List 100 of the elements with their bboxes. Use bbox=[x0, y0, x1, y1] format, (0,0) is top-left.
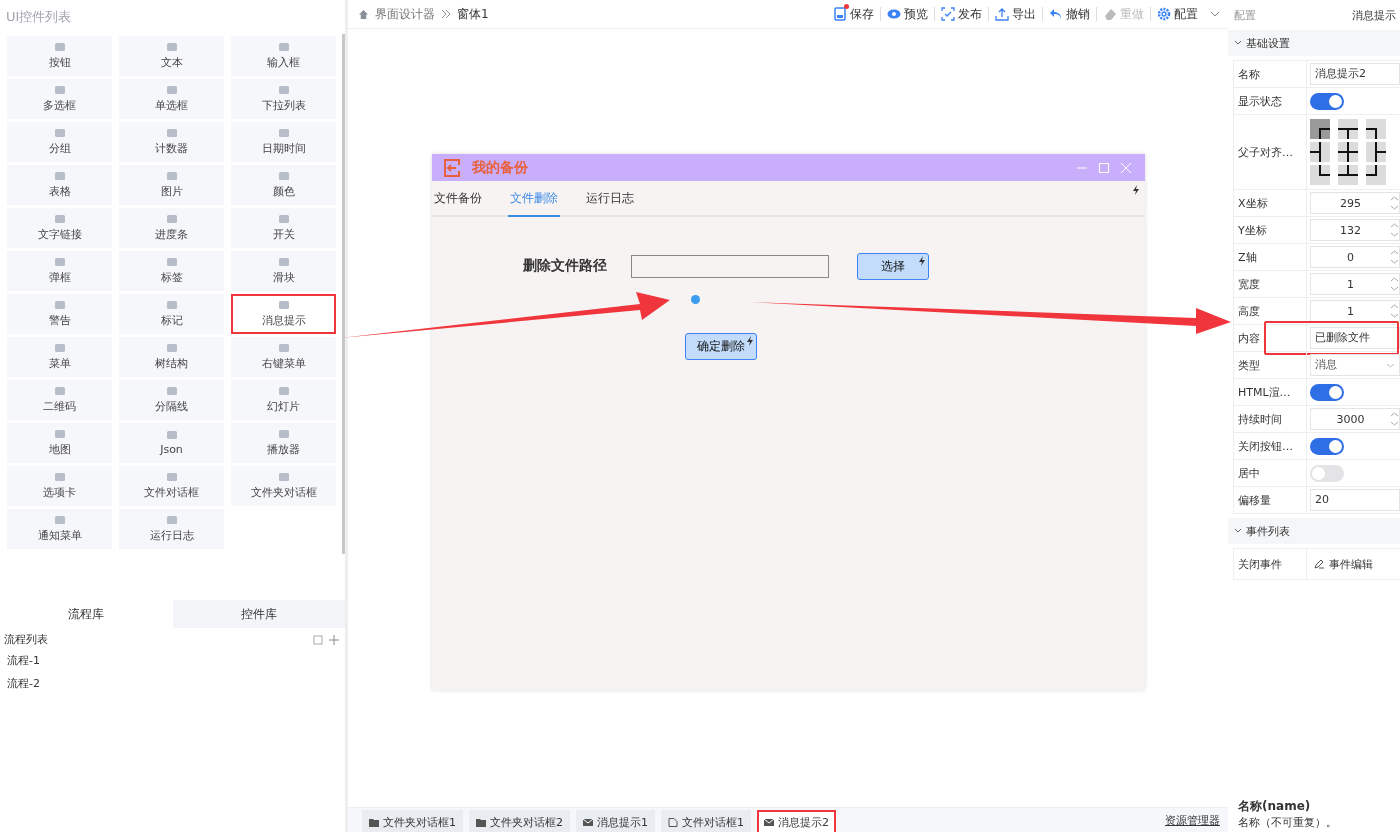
widget-tile[interactable]: 标记 bbox=[119, 294, 224, 334]
widget-tile[interactable]: 幻灯片 bbox=[231, 380, 336, 420]
path-input-field[interactable] bbox=[631, 255, 829, 278]
toggle-switch[interactable] bbox=[1310, 383, 1344, 401]
chevron-icon bbox=[441, 9, 451, 19]
widget-tile[interactable]: 文件对话框 bbox=[119, 466, 224, 506]
widget-tile[interactable]: 单选框 bbox=[119, 79, 224, 119]
choose-button[interactable]: 选择 bbox=[857, 253, 929, 280]
component-tab[interactable]: 文件对话框1 bbox=[661, 810, 751, 832]
widget-tile[interactable]: 树结构 bbox=[119, 337, 224, 377]
component-tab[interactable]: 文件夹对话框1 bbox=[362, 810, 463, 832]
number-field[interactable]: 295 bbox=[1310, 192, 1400, 214]
section-header[interactable]: 基础设置 bbox=[1228, 30, 1400, 56]
number-field[interactable]: 132 bbox=[1310, 219, 1400, 241]
widget-tile[interactable]: 二维码 bbox=[7, 380, 112, 420]
home-icon[interactable] bbox=[358, 8, 369, 20]
widget-tile[interactable]: 计数器 bbox=[119, 122, 224, 162]
widget-tile[interactable]: 进度条 bbox=[119, 208, 224, 248]
widget-tile[interactable]: 多选框 bbox=[7, 79, 112, 119]
widget-tile[interactable]: 播放器 bbox=[231, 423, 336, 463]
widget-tile[interactable]: 下拉列表 bbox=[231, 79, 336, 119]
widget-tile[interactable]: 日期时间 bbox=[231, 122, 336, 162]
spinner-icon[interactable] bbox=[1390, 276, 1399, 292]
confirm-delete-button[interactable]: 确定删除 bbox=[685, 333, 757, 360]
breadcrumb-link[interactable]: 界面设计器 bbox=[375, 5, 435, 23]
alignment-option[interactable] bbox=[1310, 119, 1330, 139]
tile-icon bbox=[165, 128, 178, 138]
spinner-icon[interactable] bbox=[1390, 303, 1399, 319]
widget-tile[interactable]: Json bbox=[119, 423, 224, 463]
message-marker[interactable] bbox=[691, 295, 700, 304]
toolbar-button[interactable]: 配置 bbox=[1155, 5, 1200, 23]
widget-tile[interactable]: 警告 bbox=[7, 294, 112, 334]
alignment-option[interactable] bbox=[1338, 165, 1358, 185]
widget-tile[interactable]: 文件夹对话框 bbox=[231, 466, 336, 506]
text-field[interactable]: 已删除文件 bbox=[1310, 327, 1400, 349]
select-field[interactable]: 消息 bbox=[1310, 354, 1400, 376]
widget-tile[interactable]: 滑块 bbox=[231, 251, 336, 291]
number-field[interactable]: 0 bbox=[1310, 246, 1400, 268]
spinner-icon[interactable] bbox=[1390, 195, 1399, 211]
toggle-switch[interactable] bbox=[1310, 437, 1344, 455]
widget-tile[interactable]: 标签 bbox=[119, 251, 224, 291]
spinner-icon[interactable] bbox=[1390, 411, 1399, 427]
alignment-option[interactable] bbox=[1366, 119, 1386, 139]
widget-tile[interactable]: 分组 bbox=[7, 122, 112, 162]
spinner-icon[interactable] bbox=[1390, 222, 1399, 238]
widget-tile[interactable]: 选项卡 bbox=[7, 466, 112, 506]
widget-tile[interactable]: 弹框 bbox=[7, 251, 112, 291]
spinner-icon[interactable] bbox=[1390, 249, 1399, 265]
widget-tile[interactable]: 开关 bbox=[231, 208, 336, 248]
toolbar-button[interactable]: 保存 bbox=[831, 5, 876, 23]
widget-tile[interactable]: 文本 bbox=[119, 36, 224, 76]
widget-tile[interactable]: 图片 bbox=[119, 165, 224, 205]
toolbar-button[interactable]: 导出 bbox=[993, 5, 1038, 23]
form-tab[interactable]: 运行日志 bbox=[584, 181, 636, 215]
widget-tile[interactable]: 颜色 bbox=[231, 165, 336, 205]
resource-manager-link[interactable]: 资源管理器 bbox=[1165, 812, 1220, 828]
caret-icon[interactable] bbox=[1210, 9, 1220, 19]
tile-icon bbox=[165, 214, 178, 224]
widget-tile[interactable]: 地图 bbox=[7, 423, 112, 463]
maximize-icon[interactable] bbox=[1099, 162, 1109, 173]
widget-tile[interactable]: 文字链接 bbox=[7, 208, 112, 248]
alignment-option[interactable] bbox=[1366, 165, 1386, 185]
text-field[interactable]: 20 bbox=[1310, 489, 1400, 511]
widget-tile[interactable]: 消息提示 bbox=[231, 294, 336, 334]
widget-tile[interactable]: 输入框 bbox=[231, 36, 336, 76]
component-tab[interactable]: 消息提示2 bbox=[757, 810, 836, 832]
form-window[interactable]: 我的备份 文件备份 文件删除 运行日志 删除文件路径 选择 确定删除 bbox=[432, 154, 1145, 690]
flow-item[interactable]: 流程-2 bbox=[0, 672, 345, 695]
tile-icon bbox=[53, 515, 66, 525]
widget-tile[interactable]: 通知菜单 bbox=[7, 509, 112, 549]
widget-tile[interactable]: 菜单 bbox=[7, 337, 112, 377]
section-header[interactable]: 事件列表 bbox=[1228, 518, 1400, 544]
component-tab[interactable]: 消息提示1 bbox=[576, 810, 655, 832]
event-edit-link[interactable]: 事件编辑 bbox=[1310, 556, 1373, 572]
close-icon[interactable] bbox=[1121, 162, 1131, 173]
number-field[interactable]: 1 bbox=[1310, 273, 1400, 295]
flow-item[interactable]: 流程-1 bbox=[0, 649, 345, 672]
toolbar-button[interactable]: 预览 bbox=[885, 5, 930, 23]
alignment-option[interactable] bbox=[1338, 119, 1358, 139]
panel-tab[interactable]: 控件库 bbox=[172, 600, 345, 628]
alignment-option[interactable] bbox=[1310, 142, 1330, 162]
toolbar-button[interactable]: 撤销 bbox=[1047, 5, 1092, 23]
toggle-switch[interactable] bbox=[1310, 92, 1344, 110]
tile-icon bbox=[277, 257, 290, 267]
form-tab[interactable]: 文件备份 bbox=[432, 181, 484, 215]
component-tab[interactable]: 文件夹对话框2 bbox=[469, 810, 570, 832]
widget-tile[interactable]: 按钮 bbox=[7, 36, 112, 76]
number-field[interactable]: 3000 bbox=[1310, 408, 1400, 430]
widget-tile[interactable]: 运行日志 bbox=[119, 509, 224, 549]
plus-icon[interactable] bbox=[329, 634, 339, 645]
widget-tile[interactable]: 分隔线 bbox=[119, 380, 224, 420]
toolbar-button[interactable]: 发布 bbox=[939, 5, 984, 23]
widget-tile[interactable]: 表格 bbox=[7, 165, 112, 205]
alignment-option[interactable] bbox=[1310, 165, 1330, 185]
widget-tile[interactable]: 右键菜单 bbox=[231, 337, 336, 377]
alignment-option[interactable] bbox=[1338, 142, 1358, 162]
text-field[interactable]: 消息提示2 bbox=[1310, 63, 1400, 85]
alignment-option[interactable] bbox=[1366, 142, 1386, 162]
toggle-switch[interactable] bbox=[1310, 464, 1344, 482]
number-field[interactable]: 1 bbox=[1310, 300, 1400, 322]
